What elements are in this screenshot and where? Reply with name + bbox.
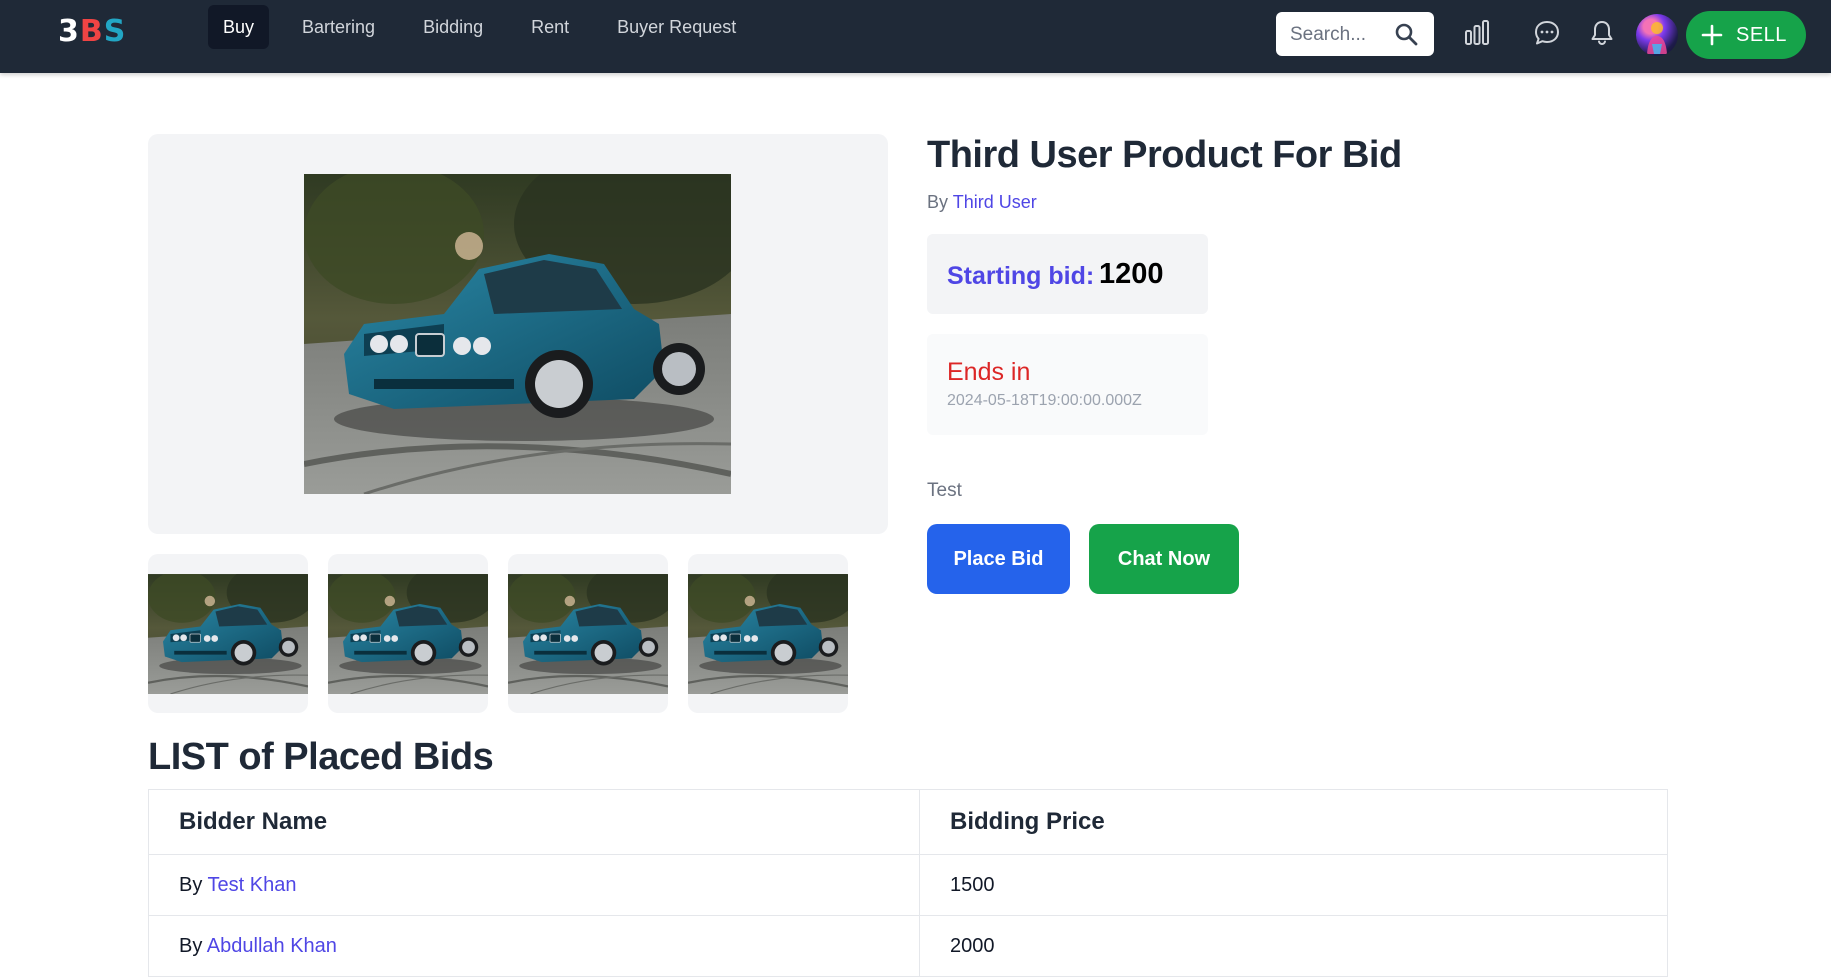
main-product-image-frame	[148, 134, 888, 534]
logo-part-2: B	[79, 14, 104, 49]
bell-icon[interactable]	[1588, 19, 1616, 47]
product-title: Third User Product For Bid	[927, 134, 1402, 176]
seller-link[interactable]: Third User	[953, 192, 1037, 212]
ends-in-value: 2024-05-18T19:00:00.000Z	[947, 392, 1142, 409]
thumbnail-2[interactable]	[328, 554, 488, 713]
sell-label: SELL	[1736, 23, 1787, 46]
price-cell: 2000	[919, 915, 1668, 977]
avatar[interactable]	[1636, 14, 1678, 56]
logo-part-1: 3	[58, 14, 80, 49]
column-header-bidding-price: Bidding Price	[919, 789, 1668, 855]
bids-table: Bidder Name Bidding Price By Test Khan 1…	[148, 789, 1668, 977]
nav-links: Buy Bartering Bidding Rent Buyer Request	[208, 5, 769, 49]
nav-link-bidding[interactable]: Bidding	[408, 5, 498, 49]
starting-bid-label: Starting bid:	[947, 262, 1095, 290]
thumbnail-image	[328, 574, 488, 694]
sell-button[interactable]: SELL	[1686, 11, 1806, 59]
thumbnail-image	[508, 574, 668, 694]
by-prefix: By	[179, 934, 203, 957]
thumbnail-image	[688, 574, 848, 694]
table-row: By Test Khan 1500	[148, 854, 1668, 916]
by-prefix: By	[927, 192, 949, 212]
logo-part-3: S	[103, 14, 127, 49]
by-prefix: By	[179, 873, 203, 896]
bidder-cell: By Test Khan	[148, 854, 920, 916]
bids-heading: LIST of Placed Bids	[148, 736, 494, 778]
main-product-image[interactable]	[304, 174, 731, 494]
search-box	[1276, 12, 1434, 56]
nav-link-rent[interactable]: Rent	[516, 5, 584, 49]
table-header-row: Bidder Name Bidding Price	[148, 789, 1668, 855]
starting-bid-value: 1200	[1099, 258, 1164, 290]
thumbnail-image	[148, 574, 308, 694]
logo[interactable]: 3BS	[58, 14, 126, 50]
ends-in-box: Ends in 2024-05-18T19:00:00.000Z	[927, 334, 1208, 435]
top-navbar: 3BS Buy Bartering Bidding Rent Buyer Req…	[0, 0, 1831, 73]
column-header-bidder-name: Bidder Name	[148, 789, 920, 855]
bidder-link[interactable]: Test Khan	[208, 874, 297, 896]
ends-in-label: Ends in	[947, 358, 1031, 386]
table-row: By Abdullah Khan 2000	[148, 915, 1668, 977]
seller-byline: By Third User	[927, 192, 1037, 213]
nav-link-buyer-request[interactable]: Buyer Request	[602, 5, 751, 49]
thumbnail-4[interactable]	[688, 554, 848, 713]
chat-icon[interactable]	[1533, 19, 1561, 47]
nav-link-buy[interactable]: Buy	[208, 5, 270, 49]
plus-icon	[1701, 24, 1723, 46]
chat-now-button[interactable]: Chat Now	[1089, 524, 1239, 594]
thumbnail-1[interactable]	[148, 554, 308, 713]
search-icon[interactable]	[1394, 22, 1418, 46]
price-cell: 1500	[919, 854, 1668, 916]
product-description: Test	[927, 480, 962, 501]
bidder-link[interactable]: Abdullah Khan	[207, 935, 337, 957]
avatar-figure-icon	[1647, 22, 1667, 54]
nav-link-bartering[interactable]: Bartering	[287, 5, 390, 49]
place-bid-button[interactable]: Place Bid	[927, 524, 1070, 594]
search-input[interactable]	[1288, 21, 1392, 49]
analytics-icon[interactable]	[1463, 19, 1491, 47]
bidder-cell: By Abdullah Khan	[148, 915, 920, 977]
thumbnail-3[interactable]	[508, 554, 668, 713]
starting-bid-box: Starting bid: 1200	[927, 234, 1208, 314]
